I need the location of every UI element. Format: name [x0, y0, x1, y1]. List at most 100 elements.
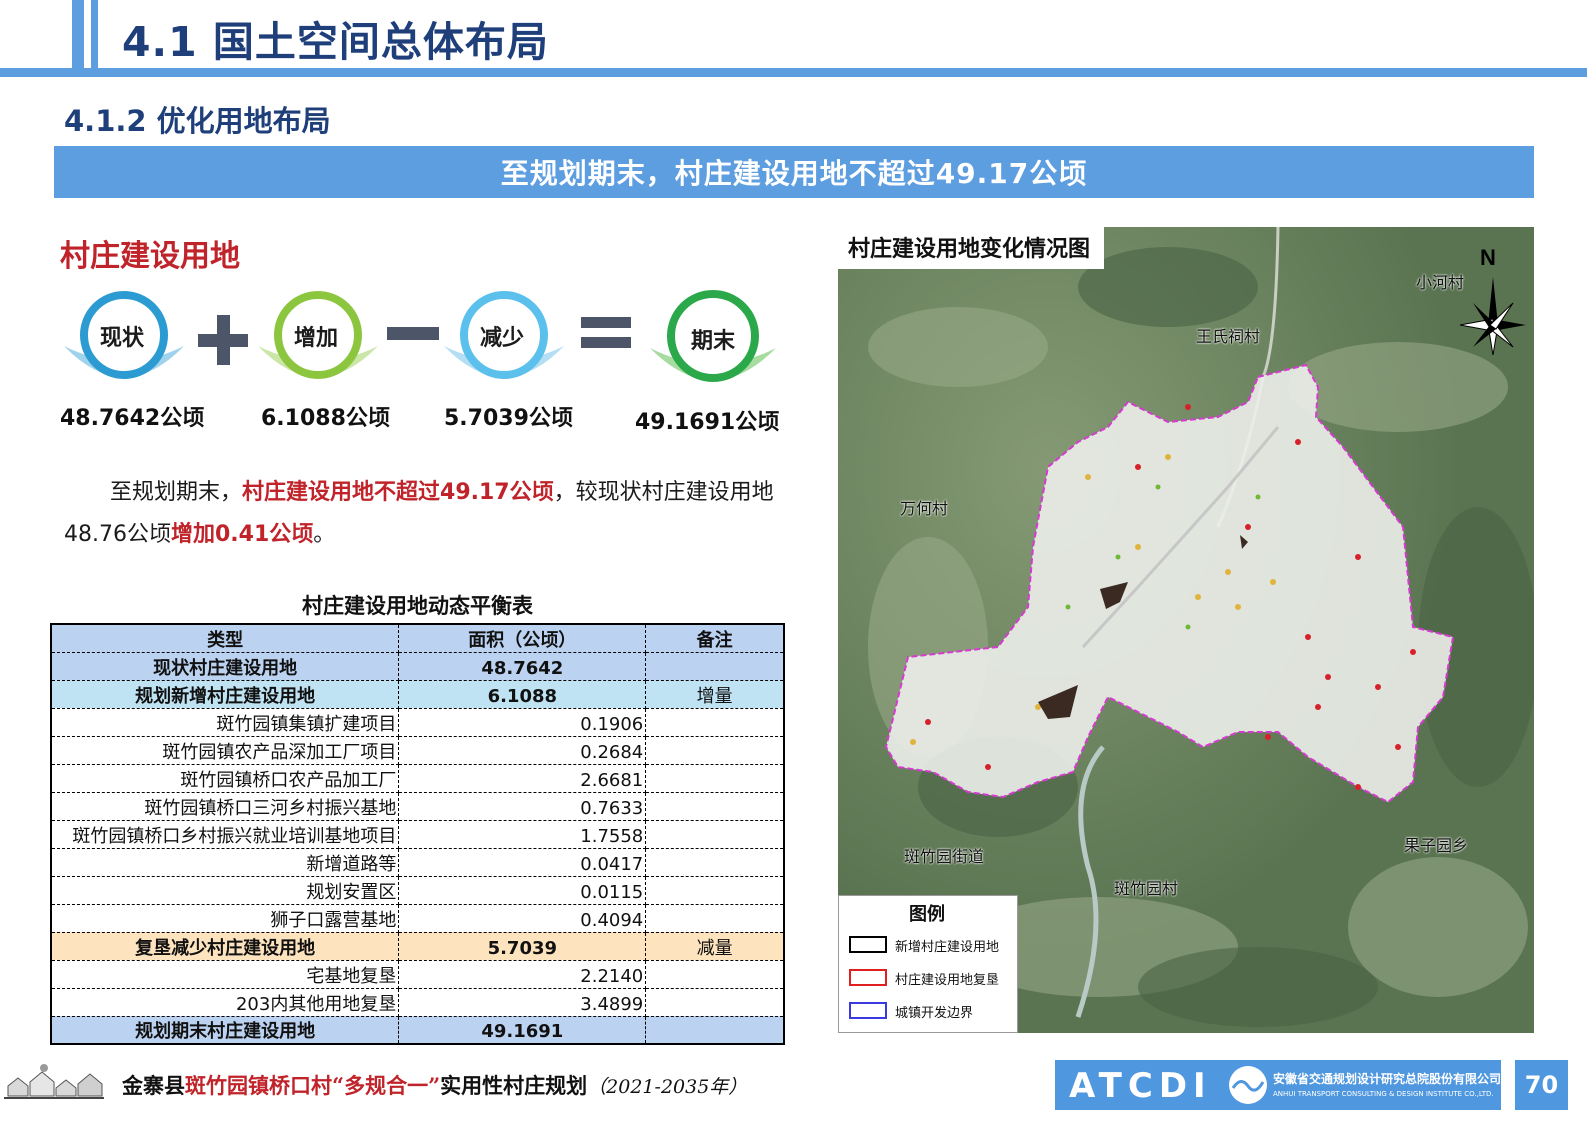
table-cell	[645, 847, 785, 877]
place-label: 小河村	[1416, 273, 1465, 292]
header-rule	[0, 68, 1587, 77]
logo-company-name-en: ANHUI TRANSPORT CONSULTING & DESIGN INST…	[1273, 1090, 1494, 1098]
formula-added: 增加	[256, 290, 406, 400]
table-cell	[645, 651, 785, 681]
section-title: 4.1.2 优化用地布局	[64, 104, 331, 138]
table-cell	[645, 875, 785, 905]
header-accent-bar	[91, 0, 98, 68]
company-logo: ATCDI 安徽省交通规划设计研究总院股份有限公司 ANHUI TRANSPOR…	[1055, 1060, 1501, 1110]
footer-text: 斑竹园镇桥口村	[185, 1073, 332, 1098]
table-row: 宅基地复垦 2.2140	[50, 959, 785, 989]
footer-text: 金寨县	[122, 1073, 185, 1098]
footer-text: 实用性村庄规划	[440, 1073, 588, 1098]
formula-current: 现状	[62, 290, 212, 400]
formula-label: 现状	[99, 326, 144, 351]
formula-value: 49.1691公顷	[635, 410, 780, 435]
legend-title: 图例	[909, 904, 945, 925]
table-cell: 3.4899	[398, 987, 647, 1017]
table-cell: 6.1088	[398, 679, 647, 709]
table-header-cell: 类型	[50, 623, 400, 653]
table-cell: 0.7633	[398, 791, 647, 821]
formula-value: 5.7039公顷	[444, 406, 573, 431]
banner-text: 至规划期末，村庄建设用地不超过49.17公顷	[500, 157, 1088, 190]
table-cell: 0.2684	[398, 735, 647, 765]
table-cell: 规划新增村庄建设用地	[50, 679, 400, 709]
table-cell: 规划安置区	[50, 875, 400, 905]
table-cell: 0.0417	[398, 847, 647, 877]
map-legend: 图例 新增村庄建设用地 村庄建设用地复垦 城镇开发边界	[838, 895, 1018, 1033]
table-row: 新增道路等 0.0417	[50, 847, 785, 877]
place-label: 王氏祠村	[1196, 327, 1261, 346]
table-cell: 斑竹园镇集镇扩建项目	[50, 707, 400, 737]
table-cell	[645, 959, 785, 989]
legend-label: 城镇开发边界	[895, 1006, 974, 1021]
table-row: 现状村庄建设用地 48.7642	[50, 651, 785, 681]
page-number: 70	[1515, 1060, 1568, 1110]
table-row: 规划安置区 0.0115	[50, 875, 785, 905]
legend-swatch	[849, 936, 887, 953]
table-cell: 斑竹园镇桥口乡村振兴就业培训基地项目	[50, 819, 400, 849]
formula-label: 期末	[690, 329, 735, 354]
left-heading: 村庄建设用地	[60, 239, 240, 274]
formula-value: 48.7642公顷	[60, 406, 205, 431]
table-cell	[645, 707, 785, 737]
equals-icon	[581, 317, 631, 349]
table-cell	[645, 763, 785, 793]
table-header-cell: 面积（公顷）	[398, 623, 647, 653]
table-cell: 规划期末村庄建设用地	[50, 1015, 400, 1045]
formula-label: 增加	[293, 326, 338, 351]
formula-value: 6.1088公顷	[261, 406, 390, 431]
table-cell: 增量	[645, 679, 785, 709]
table-cell: 0.0115	[398, 875, 647, 905]
summary-highlight: 增加0.41公顷	[170, 522, 314, 547]
table-cell: 宅基地复垦	[50, 959, 400, 989]
footer-project-title: 金寨县斑竹园镇桥口村“多规合一”实用性村庄规划（2021-2035年）	[122, 1070, 747, 1100]
land-use-map[interactable]: 村庄建设用地变化情况图 N 小河村 王氏祠村 万何村 斑竹园街道 斑竹园村 果子…	[838, 227, 1534, 1033]
summary-text: 至规划期末，	[110, 480, 243, 505]
table-cell: 斑竹园镇桥口三河乡村振兴基地	[50, 791, 400, 821]
table-cell: 斑竹园镇农产品深加工厂项目	[50, 735, 400, 765]
legend-label: 村庄建设用地复垦	[895, 973, 1000, 988]
summary-text: 。	[313, 522, 336, 547]
table-cell	[645, 819, 785, 849]
table-cell: 203内其他用地复垦	[50, 987, 400, 1017]
place-label: 斑竹园村	[1114, 879, 1179, 898]
table-cell: 新增道路等	[50, 847, 400, 877]
table-row: 规划新增村庄建设用地 6.1088 增量	[50, 679, 785, 709]
table-cell: 5.7039	[398, 931, 647, 961]
place-label: 斑竹园街道	[904, 847, 985, 866]
summary-banner: 至规划期末，村庄建设用地不超过49.17公顷	[54, 146, 1534, 198]
place-label: 果子园乡	[1404, 836, 1469, 855]
balance-table: 类型 面积（公顷） 备注 现状村庄建设用地 48.7642 规划新增村庄建设用地…	[50, 623, 785, 1045]
plus-icon	[198, 315, 248, 365]
table-cell: 斑竹园镇桥口农产品加工厂	[50, 763, 400, 793]
logo-emblem-icon	[1229, 1066, 1267, 1104]
table-row: 斑竹园镇桥口农产品加工厂 2.6681	[50, 763, 785, 793]
table-row: 斑竹园镇农产品深加工厂项目 0.2684	[50, 735, 785, 765]
table-cell	[645, 791, 785, 821]
formula-final: 期末	[648, 290, 798, 400]
table-row: 规划期末村庄建设用地 49.1691	[50, 1015, 785, 1045]
summary-paragraph: 至规划期末，村庄建设用地不超过49.17公顷，较现状村庄建设用地48.76公顷增…	[64, 472, 784, 556]
table-cell: 0.4094	[398, 903, 647, 933]
summary-highlight: 村庄建设用地不超过49.17公顷	[242, 480, 554, 505]
table-cell: 2.2140	[398, 959, 647, 989]
table-cell: 复垦减少村庄建设用地	[50, 931, 400, 961]
table-row: 斑竹园镇桥口三河乡村振兴基地 0.7633	[50, 791, 785, 821]
table-row: 复垦减少村庄建设用地 5.7039 减量	[50, 931, 785, 961]
table-row: 斑竹园镇集镇扩建项目 0.1906	[50, 707, 785, 737]
table-row: 狮子口露营基地 0.4094	[50, 903, 785, 933]
formula-label: 减少	[479, 326, 524, 351]
page-title: 4.1 国土空间总体布局	[122, 18, 549, 66]
north-arrow-icon: N	[1460, 245, 1526, 355]
table-header-cell: 备注	[645, 623, 785, 653]
table-row: 斑竹园镇桥口乡村振兴就业培训基地项目 1.7558	[50, 819, 785, 849]
table-cell: 1.7558	[398, 819, 647, 849]
table-cell	[645, 987, 785, 1017]
table-cell: 2.6681	[398, 763, 647, 793]
footer-text: “多规合一”	[332, 1073, 441, 1098]
table-cell	[645, 903, 785, 933]
table-cell: 48.7642	[398, 651, 647, 681]
legend-swatch	[849, 969, 887, 986]
table-cell	[645, 735, 785, 765]
